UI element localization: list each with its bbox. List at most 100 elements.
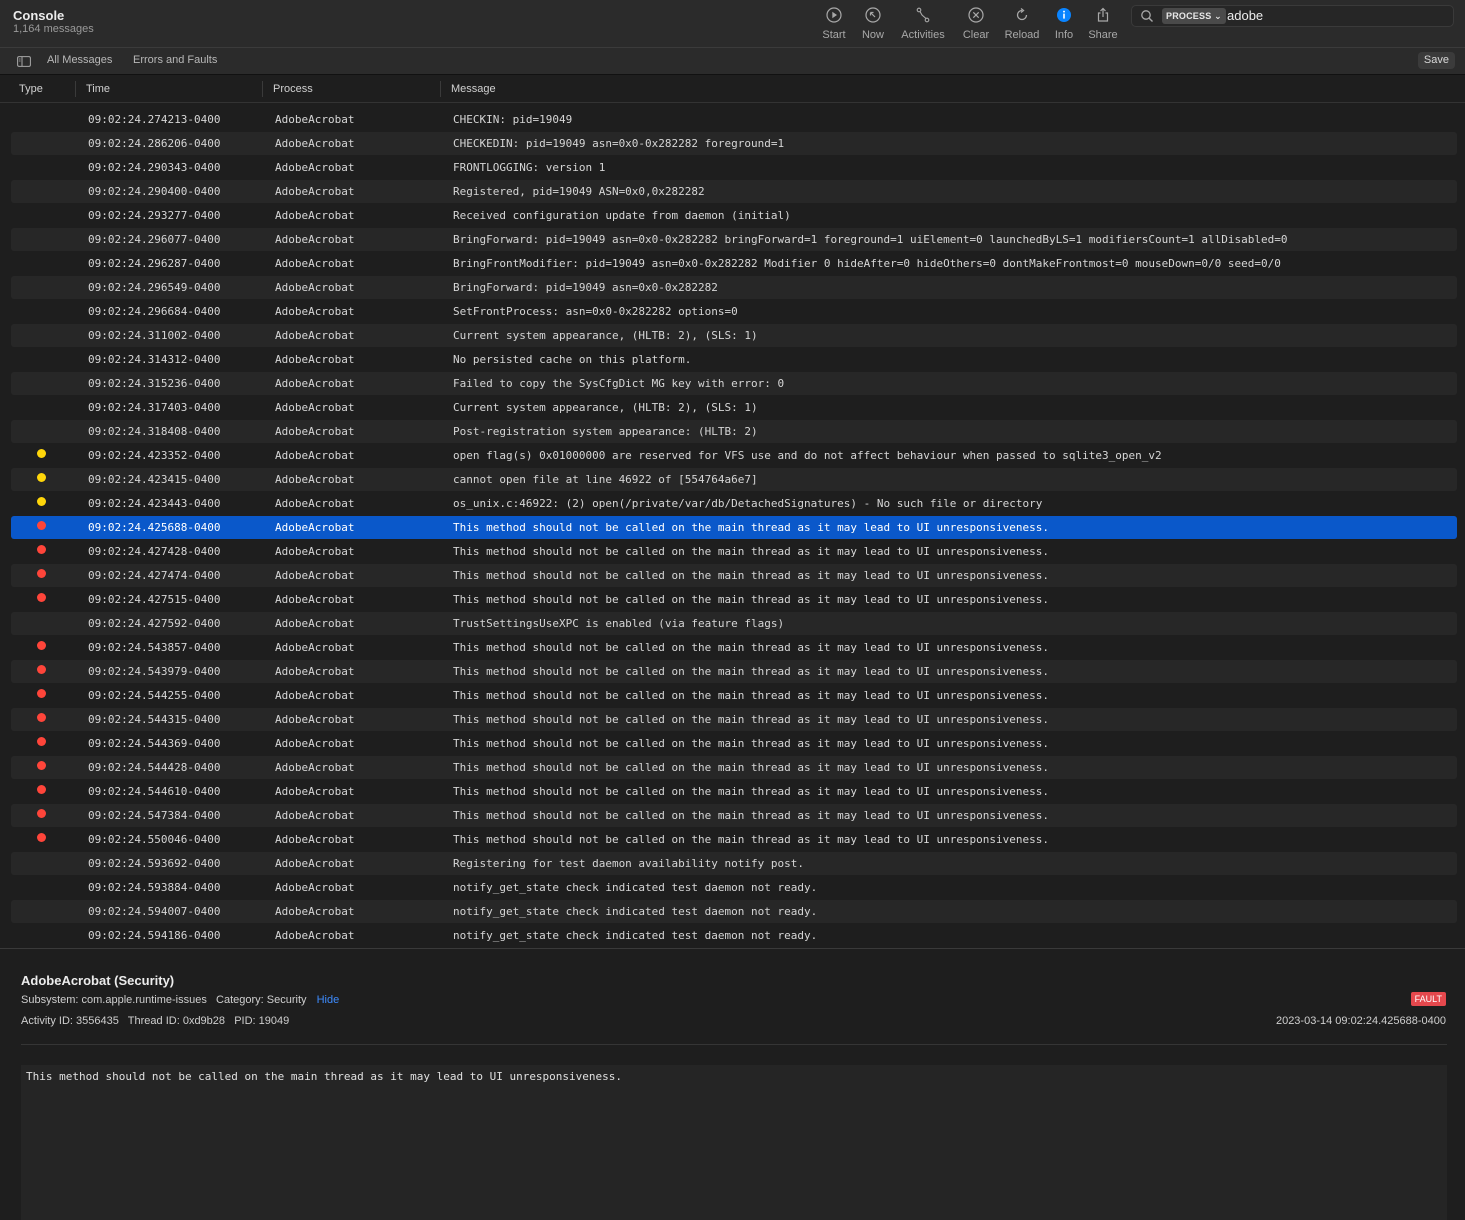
table-row[interactable]: 09:02:24.423352-0400 AdobeAcrobat open fla… — [11, 444, 1457, 467]
table-row[interactable]: 09:02:24.544315-0400 AdobeAcrobat This met… — [11, 708, 1457, 731]
column-divider[interactable] — [440, 81, 441, 97]
table-row[interactable]: 09:02:24.311002-0400 AdobeAcrobat Current … — [11, 324, 1457, 347]
row-time: 09:02:24.547384-0400 — [88, 809, 221, 822]
table-row[interactable]: 09:02:24.427428-0400 AdobeAcrobat This met… — [11, 540, 1457, 563]
column-header-type[interactable]: Type — [19, 83, 43, 95]
row-process: AdobeAcrobat — [275, 449, 355, 462]
row-time: 09:02:24.296287-0400 — [88, 257, 221, 270]
detail-title: AdobeAcrobat (Security) — [21, 973, 175, 988]
table-row[interactable]: 09:02:24.318408-0400 AdobeAcrobat Post-reg… — [11, 420, 1457, 443]
table-row[interactable]: 09:02:24.594186-0400 AdobeAcrobat notify_g… — [11, 924, 1457, 947]
search-token-process[interactable]: PROCESS ⌄ — [1162, 8, 1226, 24]
table-row[interactable]: 09:02:24.317403-0400 AdobeAcrobat Current … — [11, 396, 1457, 419]
row-process: AdobeAcrobat — [275, 233, 355, 246]
row-process: AdobeAcrobat — [275, 737, 355, 750]
table-row[interactable]: 09:02:24.544255-0400 AdobeAcrobat This met… — [11, 684, 1457, 707]
share-button[interactable]: Share — [1078, 6, 1128, 41]
row-time: 09:02:24.296077-0400 — [88, 233, 221, 246]
table-row[interactable]: 09:02:24.296077-0400 AdobeAcrobat BringFor… — [11, 228, 1457, 251]
table-row[interactable]: 09:02:24.274213-0400 AdobeAcrobat CHECKIN:… — [11, 108, 1457, 131]
filter-all-messages[interactable]: All Messages — [47, 54, 112, 66]
detail-message-box[interactable]: This method should not be called on the … — [21, 1065, 1447, 1220]
row-time: 09:02:24.427515-0400 — [88, 593, 221, 606]
row-time: 09:02:24.423415-0400 — [88, 473, 221, 486]
row-time: 09:02:24.544610-0400 — [88, 785, 221, 798]
column-header-message[interactable]: Message — [451, 83, 496, 95]
fault-dot-icon — [37, 737, 46, 746]
row-message: This method should not be called on the … — [453, 569, 1050, 582]
fault-dot-icon — [37, 809, 46, 818]
row-time: 09:02:24.544315-0400 — [88, 713, 221, 726]
now-button[interactable]: Now — [848, 6, 898, 41]
table-row[interactable]: 09:02:24.423415-0400 AdobeAcrobat cannot o… — [11, 468, 1457, 491]
table-row[interactable]: 09:02:24.427515-0400 AdobeAcrobat This met… — [11, 588, 1457, 611]
table-row[interactable]: 09:02:24.296684-0400 AdobeAcrobat SetFront… — [11, 300, 1457, 323]
table-row[interactable]: 09:02:24.296549-0400 AdobeAcrobat BringFor… — [11, 276, 1457, 299]
table-row[interactable]: 09:02:24.315236-0400 AdobeAcrobat Failed t… — [11, 372, 1457, 395]
row-message: Registered, pid=19049 ASN=0x0,0x282282 — [453, 185, 705, 198]
table-row[interactable]: 09:02:24.293277-0400 AdobeAcrobat Received… — [11, 204, 1457, 227]
table-row[interactable]: 09:02:24.290400-0400 AdobeAcrobat Register… — [11, 180, 1457, 203]
table-row[interactable]: 09:02:24.290343-0400 AdobeAcrobat FRONTLOG… — [11, 156, 1457, 179]
share-icon — [1097, 7, 1109, 22]
table-row[interactable]: 09:02:24.593884-0400 AdobeAcrobat notify_g… — [11, 876, 1457, 899]
table-row[interactable]: 09:02:24.543979-0400 AdobeAcrobat This met… — [11, 660, 1457, 683]
column-divider[interactable] — [75, 81, 76, 97]
column-divider[interactable] — [262, 81, 263, 97]
detail-subsystem-line: Subsystem: com.apple.runtime-issues Cate… — [21, 994, 339, 1006]
message-count: 1,164 messages — [13, 23, 94, 35]
row-time: 09:02:24.318408-0400 — [88, 425, 221, 438]
detail-message: This method should not be called on the … — [26, 1070, 623, 1083]
filter-bar: All Messages Errors and Faults Save — [0, 47, 1465, 75]
row-message: This method should not be called on the … — [453, 665, 1050, 678]
search-field[interactable]: PROCESS ⌄ adobe — [1131, 5, 1454, 27]
table-row[interactable]: 09:02:24.425688-0400 AdobeAcrobat This met… — [11, 516, 1457, 539]
row-time: 09:02:24.290400-0400 — [88, 185, 221, 198]
row-message: This method should not be called on the … — [453, 737, 1050, 750]
table-row[interactable]: 09:02:24.593692-0400 AdobeAcrobat Register… — [11, 852, 1457, 875]
row-message: Post-registration system appearance: (HL… — [453, 425, 758, 438]
fault-dot-icon — [37, 785, 46, 794]
row-process: AdobeAcrobat — [275, 377, 355, 390]
row-time: 09:02:24.423443-0400 — [88, 497, 221, 510]
row-message: notify_get_state check indicated test da… — [453, 929, 818, 942]
table-row[interactable]: 09:02:24.296287-0400 AdobeAcrobat BringFro… — [11, 252, 1457, 275]
table-row[interactable]: 09:02:24.550046-0400 AdobeAcrobat This met… — [11, 828, 1457, 851]
column-header-process[interactable]: Process — [273, 83, 313, 95]
search-query[interactable]: adobe — [1227, 8, 1263, 23]
table-row[interactable]: 09:02:24.423443-0400 AdobeAcrobat os_unix.… — [11, 492, 1457, 515]
filter-errors-and-faults[interactable]: Errors and Faults — [133, 54, 217, 66]
table-row[interactable]: 09:02:24.427474-0400 AdobeAcrobat This met… — [11, 564, 1457, 587]
row-process: AdobeAcrobat — [275, 689, 355, 702]
table-row[interactable]: 09:02:24.544428-0400 AdobeAcrobat This met… — [11, 756, 1457, 779]
table-row[interactable]: 09:02:24.544610-0400 AdobeAcrobat This met… — [11, 780, 1457, 803]
row-process: AdobeAcrobat — [275, 617, 355, 630]
row-process: AdobeAcrobat — [275, 161, 355, 174]
info-icon — [1057, 8, 1071, 22]
table-row[interactable]: 09:02:24.543857-0400 AdobeAcrobat This met… — [11, 636, 1457, 659]
detail-timestamp: 2023-03-14 09:02:24.425688-0400 — [1275, 1015, 1446, 1027]
row-message: CHECKEDIN: pid=19049 asn=0x0-0x282282 fo… — [453, 137, 785, 150]
table-row[interactable]: 09:02:24.427592-0400 AdobeAcrobat TrustSet… — [11, 612, 1457, 635]
reload-icon — [1016, 7, 1028, 21]
clear-button[interactable]: Clear — [951, 6, 1001, 41]
now-icon — [865, 7, 881, 23]
activities-button[interactable]: Activities — [898, 6, 948, 41]
row-process: AdobeAcrobat — [275, 473, 355, 486]
table-row[interactable]: 09:02:24.544369-0400 AdobeAcrobat This met… — [11, 732, 1457, 755]
detail-subsystem: Subsystem: com.apple.runtime-issues — [21, 994, 207, 1006]
hide-link[interactable]: Hide — [317, 994, 340, 1006]
default-dot-icon — [37, 473, 46, 482]
save-button[interactable]: Save — [1417, 52, 1455, 69]
table-row[interactable]: 09:02:24.314312-0400 AdobeAcrobat No persi… — [11, 348, 1457, 371]
table-row[interactable]: 09:02:24.594007-0400 AdobeAcrobat notify_g… — [11, 900, 1457, 923]
row-process: AdobeAcrobat — [275, 545, 355, 558]
default-dot-icon — [37, 497, 46, 506]
table-row[interactable]: 09:02:24.286206-0400 AdobeAcrobat CHECKEDI… — [11, 132, 1457, 155]
row-process: AdobeAcrobat — [275, 113, 355, 126]
fault-dot-icon — [37, 689, 46, 698]
row-message: No persisted cache on this platform. — [453, 353, 692, 366]
table-row[interactable]: 09:02:24.547384-0400 AdobeAcrobat This met… — [11, 804, 1457, 827]
column-header-time[interactable]: Time — [86, 83, 110, 95]
sidebar-toggle-icon[interactable] — [17, 56, 31, 67]
